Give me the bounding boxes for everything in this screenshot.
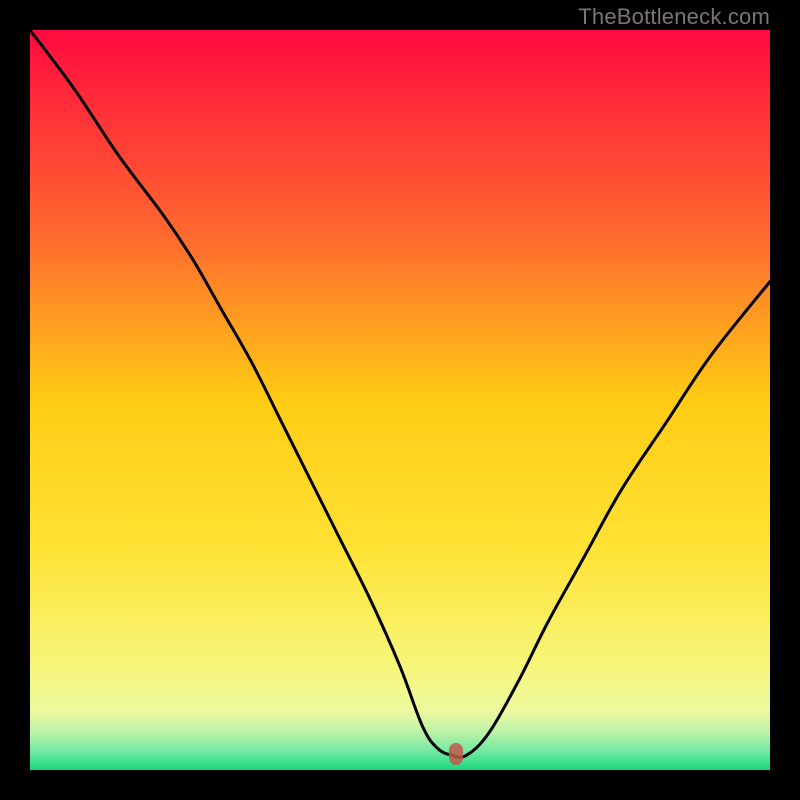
plot-area (30, 30, 770, 770)
chart-frame: TheBottleneck.com (0, 0, 800, 800)
bottleneck-curve (30, 30, 770, 770)
watermark-text: TheBottleneck.com (578, 4, 770, 30)
optimum-marker (449, 743, 463, 765)
